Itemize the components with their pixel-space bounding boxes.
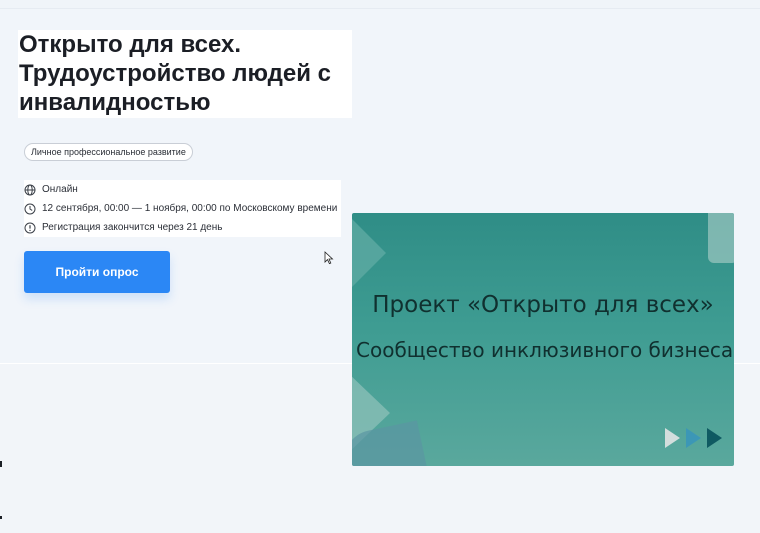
alert-icon	[24, 222, 36, 234]
play-arrow-icon	[665, 428, 680, 448]
banner-arrows	[665, 428, 722, 448]
dates-text: 12 сентября, 00:00 — 1 ноября, 00:00 по …	[42, 203, 338, 214]
mouse-cursor-icon	[324, 251, 334, 265]
banner-title: Проект «Открыто для всех»	[372, 292, 714, 318]
page: Открыто для всех. Трудоустройство людей …	[0, 0, 760, 533]
banner-decoration-shape	[708, 213, 734, 263]
edge-mark	[0, 461, 2, 467]
banner-subtitle: Сообщество инклюзивного бизнеса	[356, 338, 734, 362]
event-banner-image: Проект «Открыто для всех» Сообщество инк…	[352, 213, 734, 466]
format-info: Онлайн	[24, 180, 342, 199]
event-info-list: Онлайн 12 сентября, 00:00 — 1 ноября, 00…	[24, 180, 342, 237]
play-arrow-icon	[686, 428, 701, 448]
registration-info: Регистрация закончится через 21 день	[24, 218, 342, 237]
clock-icon	[24, 203, 36, 215]
banner-decoration-triangle	[352, 213, 386, 293]
format-text: Онлайн	[42, 184, 78, 195]
dates-info: 12 сентября, 00:00 — 1 ноября, 00:00 по …	[24, 199, 342, 218]
globe-icon	[24, 184, 36, 196]
edge-mark	[0, 516, 2, 519]
play-arrow-icon	[707, 428, 722, 448]
event-title: Открыто для всех. Трудоустройство людей …	[19, 31, 331, 116]
take-survey-button[interactable]: Пройти опрос	[24, 251, 170, 293]
registration-text: Регистрация закончится через 21 день	[42, 222, 223, 233]
category-tag[interactable]: Личное профессиональное развитие	[24, 143, 193, 161]
